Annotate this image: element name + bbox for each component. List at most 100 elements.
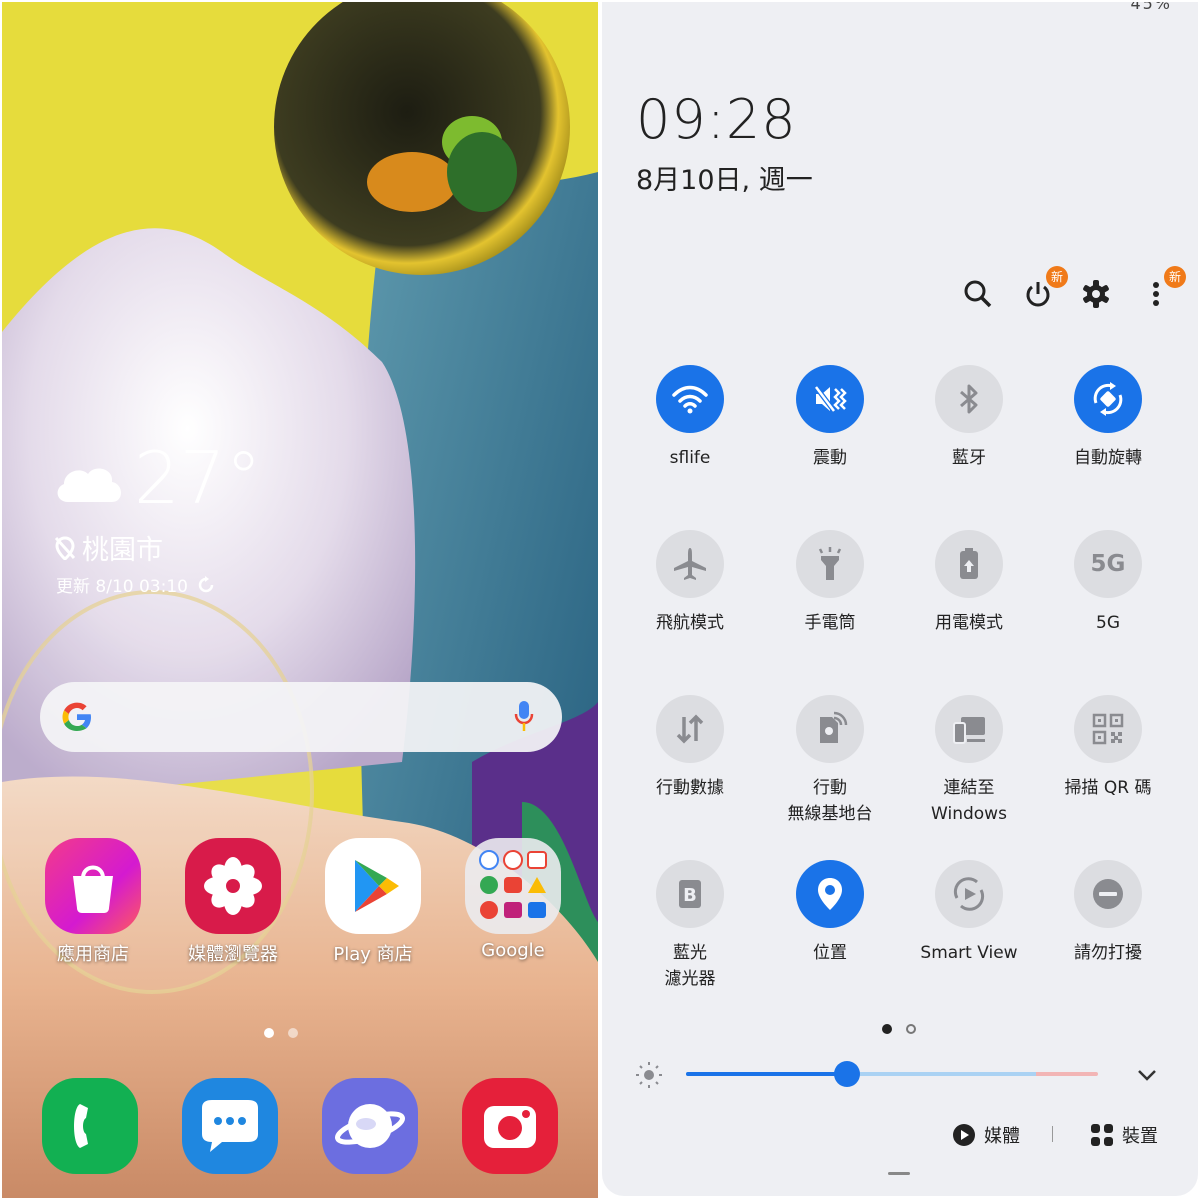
location-icon	[796, 860, 864, 928]
play-store-icon	[325, 838, 421, 934]
tile-label: 5G	[1096, 613, 1120, 633]
tile-label: 藍光 濾光器	[664, 943, 716, 989]
refresh-icon[interactable]	[196, 575, 216, 595]
wallpaper	[2, 2, 598, 1198]
tile-label: 震動	[813, 448, 847, 468]
tile-bluetooth[interactable]: 藍牙	[899, 365, 1039, 471]
tile-5g[interactable]: 5G 5G	[1038, 530, 1178, 636]
google-folder-icon	[465, 838, 561, 934]
link-windows-icon	[935, 695, 1003, 763]
camera-app[interactable]	[462, 1078, 558, 1174]
tile-label: 位置	[813, 943, 847, 963]
mobile-data-icon	[656, 695, 724, 763]
more-options-button[interactable]: 新	[1136, 266, 1186, 314]
gear-icon	[1083, 280, 1109, 308]
tile-qr-scan[interactable]: 掃描 QR 碼	[1038, 695, 1178, 801]
battery-mode-icon	[935, 530, 1003, 598]
internet-app[interactable]	[322, 1078, 418, 1174]
page-dot	[288, 1028, 298, 1038]
media-label: 媒體	[984, 1126, 1020, 1147]
messages-app[interactable]	[182, 1078, 278, 1174]
tile-vibrate[interactable]: 震動	[760, 365, 900, 471]
app-media-browser[interactable]: 媒體瀏覽器	[178, 838, 288, 966]
settings-button[interactable]	[1076, 274, 1116, 314]
updated-time: 更新 8/10 03:10	[56, 577, 188, 597]
page-dot	[264, 1028, 274, 1038]
message-icon	[202, 1100, 258, 1152]
5g-icon: 5G	[1074, 530, 1142, 598]
devices-label: 裝置	[1122, 1126, 1158, 1147]
tile-blue-light[interactable]: B 藍光 濾光器	[620, 860, 760, 992]
app-galaxy-store[interactable]: 應用商店	[38, 838, 148, 966]
search-button[interactable]	[958, 274, 998, 314]
devices-grid-icon	[1091, 1124, 1113, 1146]
panel-handle[interactable]	[888, 1172, 910, 1175]
home-screen: 27° 桃園市 更新 8/10 03:10 應用商店 媒體瀏覽器 Play 商店…	[2, 2, 598, 1198]
tile-label: 藍牙	[952, 448, 986, 468]
tile-label: 請勿打擾	[1074, 943, 1142, 963]
tile-airplane[interactable]: 飛航模式	[620, 530, 760, 636]
tile-auto-rotate[interactable]: 自動旋轉	[1038, 365, 1178, 471]
tile-label: 行動 無線基地台	[787, 778, 873, 824]
auto-rotate-icon	[1074, 365, 1142, 433]
brightness-fill	[686, 1072, 847, 1076]
dnd-icon	[1074, 860, 1142, 928]
tile-link-windows[interactable]: 連結至 Windows	[899, 695, 1039, 827]
phone-icon	[74, 1104, 88, 1148]
power-button[interactable]: 新	[1018, 266, 1068, 314]
mic-icon[interactable]	[514, 700, 534, 734]
app-label: 應用商店	[57, 944, 129, 965]
devices-button[interactable]: 裝置	[1090, 1122, 1158, 1148]
panel-page-indicator	[882, 1024, 916, 1034]
tile-wifi[interactable]: sflife	[620, 365, 760, 471]
wifi-icon	[656, 365, 724, 433]
blue-light-icon: B	[656, 860, 724, 928]
airplane-icon	[656, 530, 724, 598]
app-label: Google	[481, 940, 545, 961]
smart-view-icon	[935, 860, 1003, 928]
tile-location[interactable]: 位置	[760, 860, 900, 966]
date[interactable]: 8月10日, 週一	[636, 158, 813, 197]
svg-text:B: B	[683, 885, 697, 906]
search-icon	[964, 280, 992, 308]
brightness-thumb[interactable]	[833, 1061, 860, 1087]
galaxy-store-icon	[45, 838, 141, 934]
tile-smart-view[interactable]: Smart View	[899, 860, 1039, 966]
tile-label: 用電模式	[935, 613, 1003, 633]
bottom-divider	[1052, 1126, 1053, 1142]
tile-label: 手電筒	[804, 613, 856, 633]
app-google-folder[interactable]: Google	[458, 838, 568, 961]
location-off-icon	[54, 535, 76, 560]
tile-power-mode[interactable]: 用電模式	[899, 530, 1039, 636]
brightness-icon	[636, 1062, 662, 1088]
chevron-down-icon[interactable]	[1134, 1062, 1160, 1088]
phone-app[interactable]	[42, 1078, 138, 1174]
app-label: Play 商店	[333, 944, 413, 965]
google-search-bar[interactable]	[40, 682, 562, 752]
tile-label: 自動旋轉	[1074, 448, 1142, 468]
flower-icon	[185, 838, 281, 934]
tile-label: sflife	[669, 448, 711, 468]
tile-label: 飛航模式	[656, 613, 724, 633]
cloud-icon	[57, 468, 121, 502]
tile-hotspot[interactable]: 行動 無線基地台	[760, 695, 900, 827]
tile-mobile-data[interactable]: 行動數據	[620, 695, 760, 801]
hotspot-icon	[796, 695, 864, 763]
play-circle-icon	[953, 1124, 975, 1146]
app-label: 媒體瀏覽器	[188, 944, 278, 965]
brightness-track[interactable]	[686, 1061, 1098, 1087]
tile-label: Smart View	[920, 943, 1018, 963]
5g-text: 5G	[1090, 551, 1126, 577]
app-play-store[interactable]: Play 商店	[318, 838, 428, 966]
brightness-slider[interactable]	[634, 1058, 1174, 1094]
tile-flashlight[interactable]: 手電筒	[760, 530, 900, 636]
tile-do-not-disturb[interactable]: 請勿打擾	[1038, 860, 1178, 966]
clock[interactable]: 09:28	[636, 88, 797, 151]
bluetooth-icon	[935, 365, 1003, 433]
panel-page-dot	[906, 1024, 916, 1034]
camera-icon	[484, 1106, 536, 1148]
temperature: 27°	[134, 436, 262, 520]
media-button[interactable]: 媒體	[952, 1122, 1020, 1148]
status-bar: 45%	[1130, 2, 1172, 13]
weather-updated: 更新 8/10 03:10	[56, 572, 216, 597]
